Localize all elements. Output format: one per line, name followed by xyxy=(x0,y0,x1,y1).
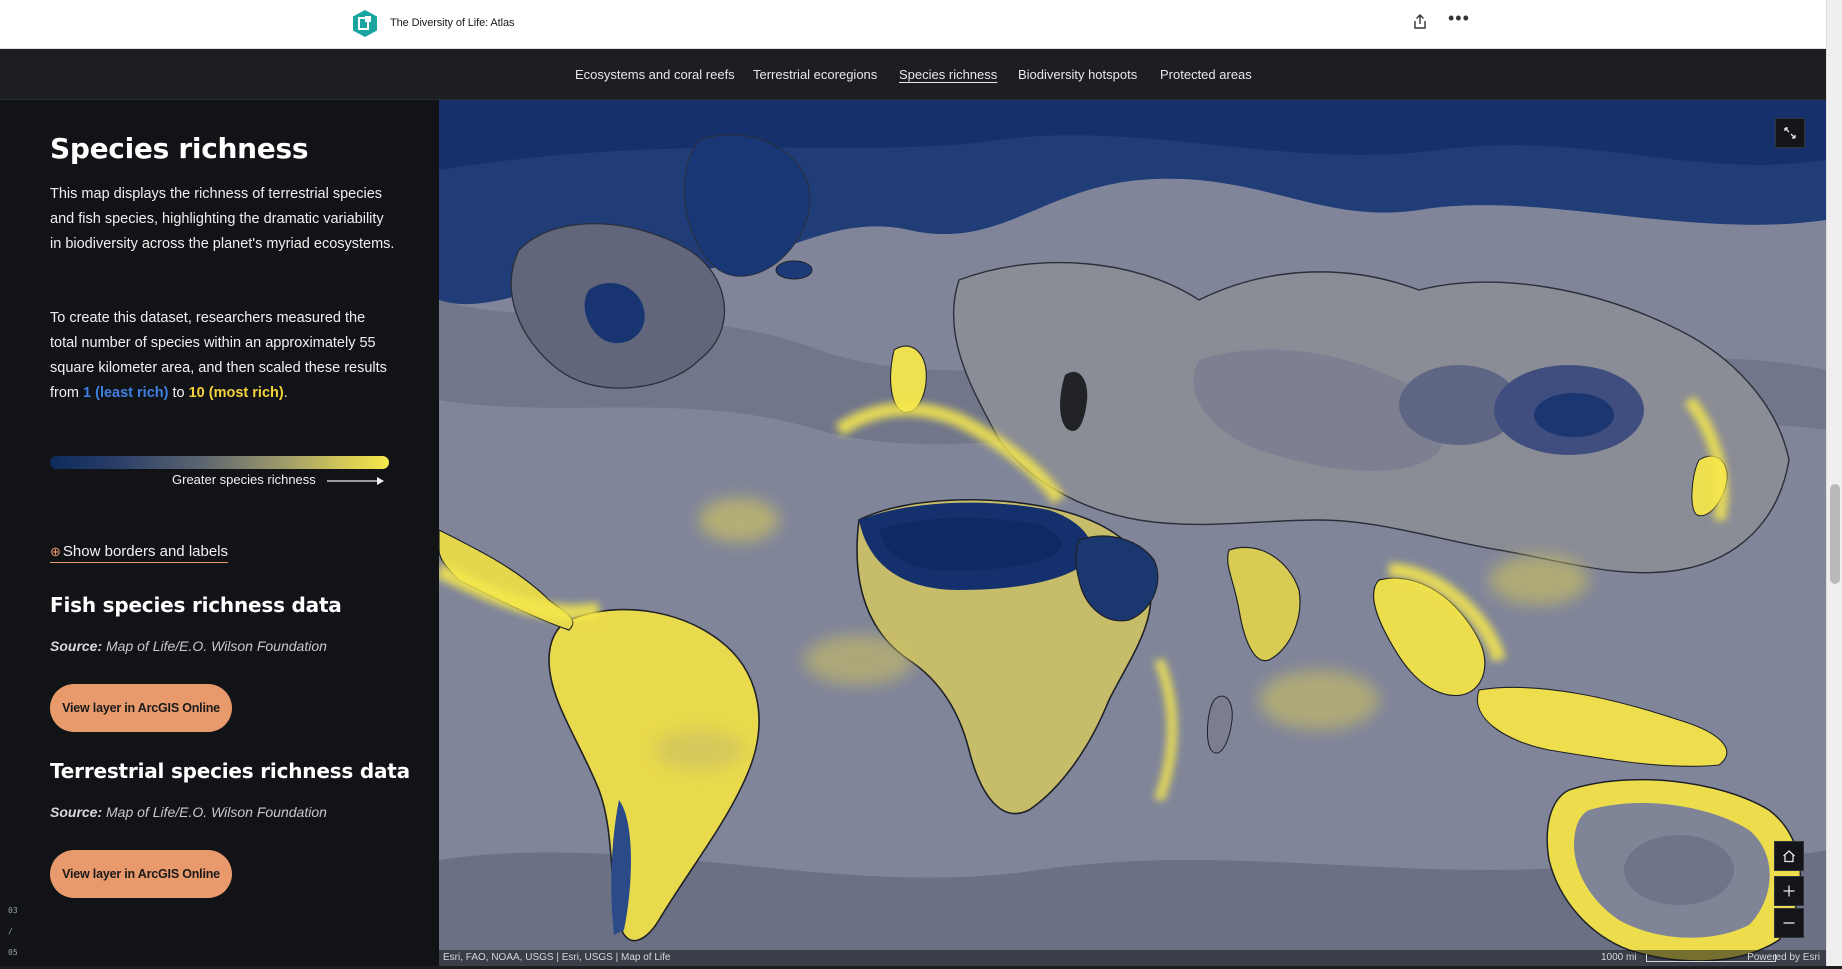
fish-data-heading: Fish species richness data xyxy=(50,593,342,617)
legend-label: Greater species richness xyxy=(172,472,316,487)
pager-separator: / xyxy=(8,927,13,936)
zoom-out-button[interactable] xyxy=(1774,908,1804,938)
more-options-icon[interactable]: ••• xyxy=(1448,9,1469,31)
attribution-text[interactable]: Esri, FAO, NOAA, USGS | Esri, USGS | Map… xyxy=(443,952,670,963)
app-header: The Diversity of Life: Atlas ••• xyxy=(0,0,1826,49)
legend-color-ramp xyxy=(50,456,389,469)
map-canvas[interactable] xyxy=(439,100,1826,966)
toggle-label: Show borders and labels xyxy=(62,543,229,560)
view-fish-layer-button[interactable]: View layer in ArcGIS Online xyxy=(50,684,232,732)
app-title[interactable]: The Diversity of Life: Atlas xyxy=(390,17,514,29)
pager-total: 05 xyxy=(8,948,18,957)
nav-item-terrestrial-ecoregions[interactable]: Terrestrial ecoregions xyxy=(753,67,877,82)
scrollbar-thumb[interactable] xyxy=(1830,484,1840,584)
terrestrial-data-heading: Terrestrial species richness data xyxy=(50,759,410,783)
page-title: Species richness xyxy=(50,132,309,165)
expand-icon xyxy=(1784,127,1796,139)
pager-current: 03 xyxy=(8,906,18,915)
slide-pager: 03 / 05 xyxy=(8,906,18,969)
terrestrial-data-source: Source: Map of Life/E.O. Wilson Foundati… xyxy=(50,804,327,820)
source-value: Map of Life/E.O. Wilson Foundation xyxy=(106,804,327,820)
home-icon xyxy=(1783,850,1795,863)
nav-item-biodiversity-hotspots[interactable]: Biodiversity hotspots xyxy=(1018,67,1137,82)
map-attribution-bar: Esri, FAO, NOAA, USGS | Esri, USGS | Map… xyxy=(439,950,1826,966)
zoom-in-icon xyxy=(1783,885,1795,897)
zoom-out-icon xyxy=(1783,922,1795,924)
source-label: Source: xyxy=(50,638,103,654)
expand-map-button[interactable] xyxy=(1775,118,1805,148)
source-label: Source: xyxy=(50,804,103,820)
method-paragraph: To create this dataset, researchers meas… xyxy=(50,306,395,406)
storymap-logo-icon[interactable] xyxy=(353,10,377,37)
narrative-panel: Species richness This map displays the r… xyxy=(0,100,439,966)
plus-circle-icon: ⊕ xyxy=(50,544,61,559)
page-scrollbar[interactable] xyxy=(1826,0,1842,966)
fish-data-source: Source: Map of Life/E.O. Wilson Foundati… xyxy=(50,638,327,654)
species-richness-map[interactable]: Esri, FAO, NOAA, USGS | Esri, USGS | Map… xyxy=(439,100,1826,966)
arrow-right-icon xyxy=(327,477,384,485)
view-terrestrial-layer-button[interactable]: View layer in ArcGIS Online xyxy=(50,850,232,898)
method-end: . xyxy=(283,385,288,401)
nav-item-species-richness[interactable]: Species richness xyxy=(899,67,997,82)
zoom-in-button[interactable] xyxy=(1774,876,1804,906)
intro-paragraph: This map displays the richness of terres… xyxy=(50,186,395,252)
least-rich-label: 1 (least rich) xyxy=(83,385,169,401)
home-button[interactable] xyxy=(1774,841,1804,871)
source-value: Map of Life/E.O. Wilson Foundation xyxy=(106,638,327,654)
share-icon[interactable] xyxy=(1412,13,1428,31)
powered-by-esri[interactable]: Powered by Esri xyxy=(1747,950,1820,966)
scale-label: 1000 mi xyxy=(1601,952,1637,963)
most-rich-label: 10 (most rich) xyxy=(188,385,284,401)
nav-item-ecosystems[interactable]: Ecosystems and coral reefs xyxy=(575,67,735,82)
method-connector: to xyxy=(168,385,189,401)
section-nav: Ecosystems and coral reefs Terrestrial e… xyxy=(0,49,1826,100)
show-borders-toggle[interactable]: ⊕ Show borders and labels xyxy=(50,543,229,563)
nav-item-protected-areas[interactable]: Protected areas xyxy=(1160,67,1252,82)
